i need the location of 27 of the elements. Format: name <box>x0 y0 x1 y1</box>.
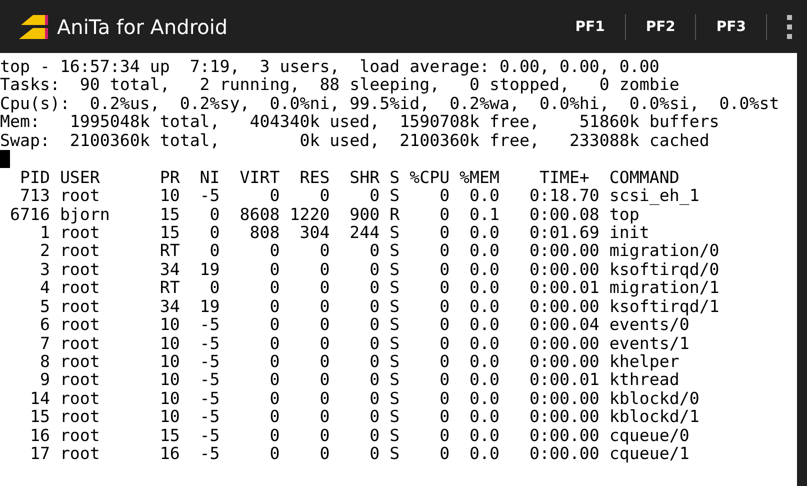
terminal-line: 5 root 34 19 0 0 0 S 0 0.0 0:00.00 ksoftirqd/1 <box>38 298 720 316</box>
terminal-line: top - 16:57:34 up 7:19, 3 users, load average: 0.00, 0.00, 0.00 <box>0 58 660 76</box>
app-title: AniTa for Android <box>57 14 229 38</box>
function-key-button[interactable]: PF2 <box>626 0 696 53</box>
terminal-line: 17 root 16 -5 0 0 0 S 0 0.0 0:00.00 cqueue/1 <box>28 445 690 464</box>
terminal-line: 4 root RT 0 0 0 0 S 0 0.0 0:00.01 migration/1 <box>38 279 720 298</box>
terminal-line: 3 root 34 19 0 0 0 S 0 0.0 0:00.00 ksoftirqd/0 <box>38 260 720 280</box>
function-key-button[interactable]: PF1 <box>555 0 625 53</box>
terminal-line: Tasks: 90 total, 2 running, 88 sleeping, 0 stopped, 0 zombie <box>0 76 680 95</box>
terminal-line: 2 root RT 0 0 0 0 S 0 0.0 0:00.00 migration/0 <box>38 242 720 261</box>
terminal-line: 9 root 10 -5 0 0 0 S 0 0.0 0:00.01 kthread <box>38 371 680 390</box>
terminal-line: Cpu(s): 0.2%us, 0.2%sy, 0.0%ni, 99.5%id, 0.2%wa, 0.0%hi, 0.0%si, 0.0%st <box>0 94 780 114</box>
terminal-line: PID USER PR NI VIRT RES SHR S %CPU %MEM TIME+ COMMAND <box>18 168 680 188</box>
terminal-line: 8 root 10 -5 0 0 0 S 0 0.0 0:00.00 khelper <box>38 353 680 372</box>
terminal-line: 14 root 10 -5 0 0 0 S 0 0.0 0:00.00 kblockd/0 <box>28 390 700 408</box>
terminal-line: 6 root 10 -5 0 0 0 S 0 0.0 0:00.04 events/0 <box>38 316 690 335</box>
terminal-line: Swap: 2100360k total, 0k used, 2100360k free, 233088k cached <box>0 132 710 150</box>
function-key-button[interactable]: PF3 <box>696 0 766 53</box>
logo-icon <box>17 14 51 40</box>
terminal-line: Mem: 1995048k total, 404340k used, 1590708k free, 51860k buffers <box>0 113 720 132</box>
terminal-line: 16 root 15 -5 0 0 0 S 0 0.0 0:00.00 cqueue/0 <box>28 426 690 446</box>
menu-icon[interactable] <box>785 14 793 40</box>
terminal-line: 15 root 10 -5 0 0 0 S 0 0.0 0:00.00 kblockd/1 <box>28 408 700 427</box>
terminal-line: 713 root 10 -5 0 0 0 S 0 0.0 0:18.70 scsi_eh_1 <box>18 187 700 206</box>
terminal-line: 1 root 15 0 808 304 244 S 0 0.0 0:01.69 init <box>38 224 650 242</box>
terminal-line: 6716 bjorn 15 0 8608 1220 900 R 0 0.1 0:00.08 top <box>8 206 640 224</box>
terminal-line: 7 root 10 -5 0 0 0 S 0 0.0 0:00.00 events/1 <box>38 334 690 353</box>
